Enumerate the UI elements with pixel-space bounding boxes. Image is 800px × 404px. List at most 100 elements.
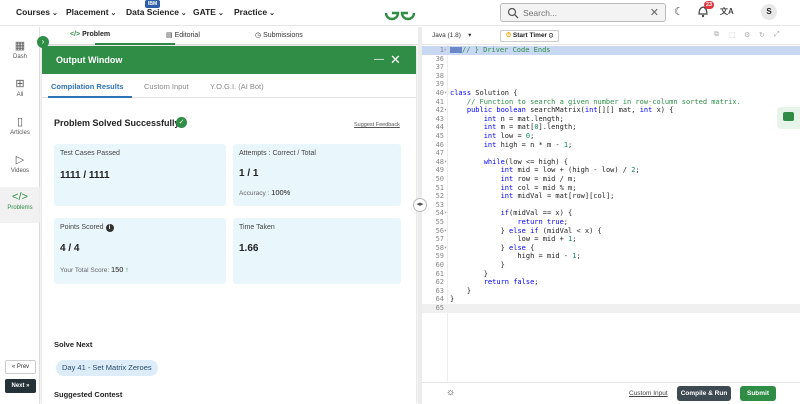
code-line[interactable]: 44 int m = mat[0].length; — [422, 123, 800, 132]
code-text: int mid = low + (high - low) / 2; — [500, 166, 640, 175]
settings-icon[interactable]: ⚙ — [744, 31, 750, 39]
code-text: } — [450, 295, 455, 304]
suggest-feedback-link[interactable]: Suggest Feedback — [354, 122, 400, 128]
code-line[interactable]: 64} — [422, 295, 800, 304]
code-line[interactable]: 65 — [422, 304, 800, 313]
rail-item-all[interactable]: ⊞ All — [0, 73, 40, 109]
start-timer-label: Start Timer — [512, 32, 548, 39]
code-line[interactable]: 45 int low = 0; — [422, 132, 800, 141]
compile-run-button[interactable]: Compile & Run — [677, 386, 731, 401]
line-number: 36 — [435, 54, 444, 63]
code-line[interactable]: 53 — [422, 201, 800, 210]
code-line[interactable]: 38 — [422, 72, 800, 81]
rail-item-videos[interactable]: ▷ Videos — [0, 149, 40, 185]
solve-next-item[interactable]: Day 41 - Set Matrix Zeroes — [56, 360, 158, 376]
code-line[interactable]: 36 — [422, 55, 800, 64]
code-text: } — [450, 286, 472, 295]
prev-button[interactable]: « Prev — [5, 360, 36, 374]
line-number: 50 — [435, 175, 444, 183]
code-line[interactable]: 46 int high = n * m - 1; — [422, 141, 800, 150]
code-line[interactable]: 48 ▾ while(low <= high) { — [422, 158, 800, 167]
nav-gate[interactable]: GATE ⌄ — [193, 7, 224, 17]
minimize-icon[interactable]: — — [374, 54, 384, 65]
code-line[interactable]: 39 — [422, 80, 800, 89]
code-line[interactable]: 63 } — [422, 287, 800, 296]
chat-icon — [783, 112, 794, 121]
code-line[interactable]: 51 int col = mid % m; — [422, 184, 800, 193]
copy-icon[interactable]: ⧉ — [714, 31, 719, 39]
code-line[interactable]: 54 ▾ if(midVal == x) { — [422, 209, 800, 218]
line-number: 54 — [435, 209, 444, 218]
fullscreen-icon[interactable]: ⤢ — [774, 31, 780, 39]
submit-button[interactable]: Submit — [740, 386, 776, 401]
search-box[interactable]: ✕ — [500, 3, 666, 22]
close-icon[interactable]: ✕ — [390, 52, 401, 68]
tab-compilation-results[interactable]: Compilation Results — [51, 82, 124, 91]
code-line[interactable]: 1 ▸// } Driver Code Ends — [422, 46, 800, 55]
rail-item-dash[interactable]: ▦ Dash — [0, 35, 40, 71]
tab-submissions[interactable]: ◷ Submissions — [255, 31, 303, 39]
language-icon[interactable]: 文A — [720, 6, 734, 17]
nav-practice[interactable]: Practice ⌄ — [234, 7, 275, 17]
left-rail: ▦ Dash ⊞ All ▯ Articles ▷ Videos </> Problems… — [0, 27, 40, 404]
code-line[interactable]: 55 return true; — [422, 218, 800, 227]
editor-toolbar: Java (1.8) ▾ ⏱ Start Timer ⊙ ⧉ ⬚ ⚙ ↻ ⤢ — [422, 27, 800, 45]
code-line[interactable]: 50 int row = mid / m; — [422, 175, 800, 184]
tab-problem[interactable]: </> Problem — [70, 31, 110, 38]
tab-submissions-label: Submissions — [263, 32, 303, 39]
gfg-logo-icon[interactable] — [383, 3, 417, 23]
code-text: int row = mid / m; — [500, 175, 577, 183]
chat-button[interactable] — [777, 107, 800, 129]
rail-item-articles[interactable]: ▯ Articles — [0, 111, 40, 147]
output-window: Output Window — ✕ Compilation Results Cu… — [42, 46, 416, 404]
code-line[interactable]: 61 } — [422, 270, 800, 279]
nav-placement[interactable]: Placement ⌄ — [66, 7, 116, 17]
attempts-card: Attempts : Correct / Total 1 / 1 Accurac… — [233, 144, 401, 206]
code-text: } else if (midVal < x) { — [450, 226, 602, 235]
rail-item-problems[interactable]: </> Problems — [0, 187, 40, 223]
code-line[interactable]: 52 int midVal = mat[row][col]; — [422, 192, 800, 201]
code-line[interactable]: 60 } — [422, 261, 800, 270]
clear-search-icon[interactable]: ✕ — [650, 6, 659, 19]
nav-data-science[interactable]: Data Science ⌄ — [126, 7, 187, 17]
code-line[interactable]: 59 high = mid - 1; — [422, 252, 800, 261]
line-number: 47 — [435, 149, 444, 158]
code-text: int n = mat.length; — [483, 114, 564, 123]
accuracy-value: 100% — [271, 188, 291, 197]
compilation-results-panel: Problem Solved Successfully ✓ Suggest Fe… — [42, 98, 416, 404]
timer-play-icon: ⊙ — [548, 32, 554, 39]
code-editor[interactable]: 1 ▸// } Driver Code Ends 36 37 38 39 40 ▾ class … — [422, 45, 800, 382]
code-text: low = mid + 1; — [450, 235, 577, 244]
info-icon[interactable]: i — [105, 224, 114, 232]
code-line[interactable]: 37 — [422, 63, 800, 72]
tab-yogi-ai-bot[interactable]: Y.O.G.I. (AI Bot) — [210, 82, 264, 91]
code-line[interactable]: 62 return false; — [422, 278, 800, 287]
code-line[interactable]: 40 ▾ class Solution { — [422, 89, 800, 98]
search-input[interactable] — [523, 7, 643, 19]
code-line[interactable]: 42 ▾ public boolean searchMatrix(int[][] … — [422, 106, 800, 115]
reset-icon[interactable]: ↻ — [759, 31, 765, 39]
problem-tabs: </> Problem ▤ Editorial ◷ Submissions — [40, 27, 418, 45]
dark-mode-toggle-icon[interactable]: ☾ — [674, 5, 684, 18]
tab-custom-input[interactable]: Custom Input — [144, 82, 189, 91]
tab-editorial[interactable]: ▤ Editorial — [166, 31, 200, 39]
code-line[interactable]: 41 // Function to search a given number … — [422, 98, 800, 107]
next-button[interactable]: Next » — [5, 379, 36, 393]
code-line[interactable]: 47 — [422, 149, 800, 158]
nav-courses[interactable]: Courses ⌄ — [16, 7, 58, 17]
attempts-value: 1 / 1 — [239, 168, 259, 179]
lightbulb-icon[interactable]: ☼ — [446, 387, 455, 398]
code-line[interactable]: 43 int n = mat.length; — [422, 115, 800, 124]
code-line[interactable]: 58 ▾ } else { — [422, 244, 800, 253]
code-line[interactable]: 49 int mid = low + (high - low) / 2; — [422, 166, 800, 175]
language-select[interactable]: Java (1.8) ▾ — [432, 31, 471, 39]
expand-icon[interactable]: ⬚ — [729, 31, 736, 39]
code-text: public boolean searchMatrix(int[][] mat,… — [466, 106, 674, 115]
avatar[interactable]: S — [761, 4, 777, 20]
code-line[interactable]: 57 low = mid + 1; — [422, 235, 800, 244]
start-timer-button[interactable]: ⏱ Start Timer ⊙ — [500, 30, 560, 42]
code-line[interactable]: 56 ▾ } else if (midVal < x) { — [422, 227, 800, 236]
drag-handle-icon[interactable]: ◂▸ — [413, 198, 427, 212]
custom-input-link[interactable]: Custom Input — [629, 390, 668, 397]
expand-panel-icon[interactable]: › — [37, 36, 49, 48]
